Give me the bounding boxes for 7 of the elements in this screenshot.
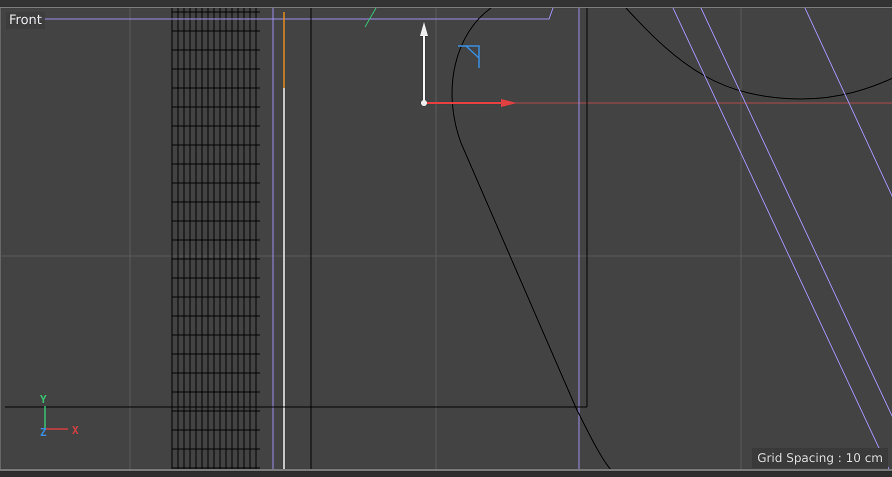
grid-spacing-label: Grid Spacing : 10 cm: [752, 448, 888, 468]
viewport-title: Front: [6, 12, 45, 29]
edge-stroke: [364, 8, 376, 28]
front-viewport[interactable]: Y Z X Front Grid Spacing : 10 cm: [0, 8, 892, 469]
x-axis-label: X: [72, 424, 79, 437]
y-axis-label: Y: [40, 393, 47, 406]
z-axis-label: Z: [40, 426, 47, 439]
